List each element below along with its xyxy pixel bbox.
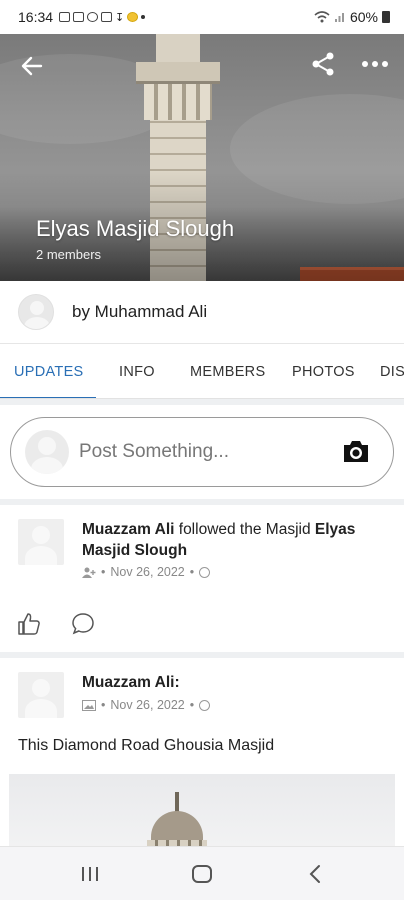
camera-icon (344, 441, 368, 462)
camera-button[interactable] (341, 438, 371, 466)
status-time: 16:34 (18, 9, 54, 25)
avatar[interactable] (18, 294, 54, 330)
emoji-icon (127, 12, 139, 22)
status-bar: 16:34 ↧ 60% (0, 0, 404, 34)
gallery-icon (59, 12, 71, 22)
post-actor[interactable]: Muazzam Ali (82, 521, 174, 538)
meta-separator: • (101, 698, 106, 712)
tab-discussions[interactable]: DIS (380, 344, 404, 398)
system-nav-bar (0, 846, 404, 900)
page-title: Elyas Masjid Slough (36, 216, 235, 241)
wifi-icon (314, 11, 330, 23)
circle-icon (87, 12, 99, 22)
members-count[interactable]: 2 members (36, 247, 101, 262)
status-right: 60% (314, 9, 390, 25)
battery-icon (382, 11, 390, 23)
image-icon (82, 699, 96, 711)
avatar[interactable] (18, 672, 64, 718)
post-actions (16, 611, 96, 637)
composer-card: Post Something... (0, 405, 404, 499)
message-icon (101, 12, 113, 22)
meta-separator: • (189, 698, 195, 712)
like-icon[interactable] (16, 611, 42, 637)
battery-percent: 60% (349, 9, 378, 25)
author-name: by Muhammad Ali (72, 302, 208, 321)
avatar[interactable] (18, 519, 64, 565)
tab-bar: UPDATES INFO MEMBERS PHOTOS DIS (0, 343, 404, 399)
signal-icon (334, 13, 344, 22)
post-header: Muazzam Ali: (82, 672, 382, 693)
post-body: This Diamond Road Ghousia Masjid (18, 737, 275, 754)
tab-updates[interactable]: UPDATES (14, 344, 84, 398)
post-actor[interactable]: Muazzam Ali: (82, 674, 180, 691)
minaret-balcony (136, 62, 220, 84)
post-meta: • Nov 26, 2022 • (82, 565, 211, 579)
notification-icons: ↧ (59, 11, 146, 24)
feed-post: Muazzam Ali: • Nov 26, 2022 • This Diamo… (0, 658, 404, 846)
dome (151, 811, 203, 841)
globe-icon (199, 566, 211, 578)
voicemail-icon (73, 12, 85, 22)
post-date[interactable]: Nov 26, 2022 (110, 698, 184, 712)
person-add-icon (82, 567, 96, 578)
dot-icon (141, 15, 146, 19)
arrow-left-icon (21, 56, 43, 76)
back-button[interactable] (18, 52, 46, 80)
meta-separator: • (101, 565, 106, 579)
tab-photos[interactable]: PHOTOS (292, 344, 355, 398)
post-action: followed the Masjid (174, 521, 315, 538)
status-left: 16:34 ↧ (18, 9, 146, 25)
home-icon[interactable] (189, 861, 215, 887)
globe-icon (199, 699, 211, 711)
tab-members[interactable]: MEMBERS (190, 344, 265, 398)
more-button[interactable] (360, 51, 390, 79)
feed: Post Something... Muazzam Ali followed t… (0, 399, 404, 846)
feed-post: Muazzam Ali followed the Masjid Elyas Ma… (0, 505, 404, 652)
share-button[interactable] (310, 51, 338, 79)
download-icon: ↧ (115, 11, 125, 24)
dome-spire (175, 792, 179, 812)
author-row[interactable]: by Muhammad Ali (0, 281, 404, 343)
minaret-arches (144, 84, 212, 120)
post-composer[interactable]: Post Something... (10, 417, 394, 487)
comment-icon[interactable] (70, 611, 96, 637)
post-meta: • Nov 26, 2022 • (82, 698, 211, 712)
minaret-top (156, 34, 200, 64)
post-header: Muazzam Ali followed the Masjid Elyas Ma… (82, 519, 382, 561)
recent-apps-icon[interactable] (77, 861, 103, 887)
post-image[interactable] (9, 774, 395, 846)
share-icon (312, 52, 334, 76)
post-date[interactable]: Nov 26, 2022 (110, 565, 184, 579)
tab-info[interactable]: INFO (119, 344, 155, 398)
meta-separator: • (189, 565, 195, 579)
more-horizontal-icon (362, 61, 388, 67)
composer-placeholder[interactable]: Post Something... (79, 441, 229, 463)
cover-image: Elyas Masjid Slough 2 members (0, 34, 404, 281)
back-nav-icon[interactable] (303, 861, 329, 887)
avatar (25, 430, 69, 474)
